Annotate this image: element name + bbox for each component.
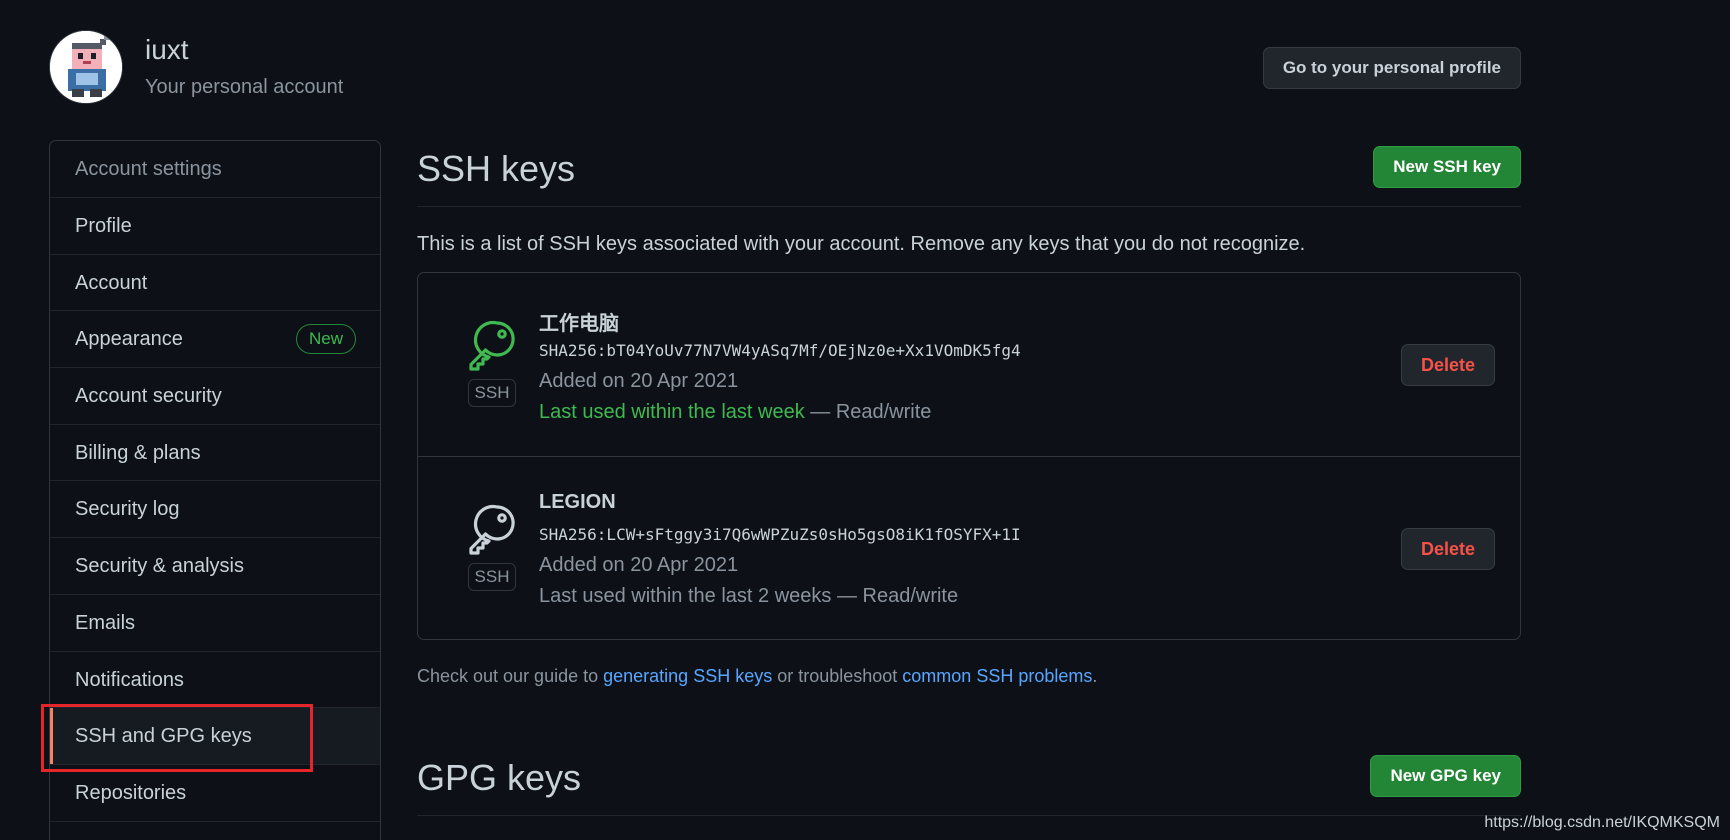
sidebar-item-repositories[interactable]: Repositories: [50, 765, 380, 822]
settings-sidebar: Account settings Profile Account Appeara…: [49, 140, 381, 840]
ssh-key-last-used: Last used within the last week — Read/wr…: [539, 401, 931, 424]
ssh-keys-title: SSH keys: [417, 148, 576, 189]
sidebar-item-security-log[interactable]: Security log: [50, 481, 380, 539]
ssh-key-title: LEGION: [539, 491, 616, 513]
access-text: — Read/write: [804, 401, 932, 423]
sidebar-item-notifications[interactable]: Notifications: [50, 652, 380, 709]
delete-key-button[interactable]: Delete: [1400, 344, 1495, 386]
sidebar-item-label: Notifications: [75, 668, 184, 691]
account-header: iuxt Your personal account Go to your pe…: [49, 30, 1521, 106]
generating-ssh-keys-link[interactable]: generating SSH keys: [603, 666, 772, 686]
ssh-key-title: 工作电脑: [539, 313, 619, 335]
key-icon: [469, 504, 515, 555]
ssh-key-row: SSH 工作电脑 SHA256:bT04YoUv77N7VW4yASq7Mf/O…: [418, 273, 1520, 456]
new-badge: New: [295, 324, 356, 355]
ssh-keys-header: SSH keys New SSH key: [417, 140, 1521, 207]
gpg-keys-title: GPG keys: [417, 757, 582, 798]
sidebar-item-label: Appearance: [75, 328, 183, 351]
guide-middle: or troubleshoot: [772, 666, 903, 686]
sidebar-item-label: Security & analysis: [75, 555, 244, 578]
sidebar-item-label: Account security: [75, 385, 222, 408]
ssh-key-fingerprint: SHA256:bT04YoUv77N7VW4yASq7Mf/OEjNz0e+Xx…: [539, 341, 1021, 360]
last-used-text: Last used within the last week: [539, 401, 805, 423]
sidebar-item-billing[interactable]: Billing & plans: [50, 425, 380, 482]
delete-key-button[interactable]: Delete: [1400, 528, 1495, 570]
last-used-text: Last used within the last 2 weeks: [539, 585, 832, 607]
sidebar-item-account-security[interactable]: Account security: [50, 368, 380, 425]
new-gpg-key-button[interactable]: New GPG key: [1370, 755, 1521, 797]
sidebar-item-ssh-gpg-keys[interactable]: SSH and GPG keys: [50, 708, 380, 765]
go-to-profile-button[interactable]: Go to your personal profile: [1262, 47, 1521, 89]
sidebar-item-security-analysis[interactable]: Security & analysis: [50, 538, 380, 595]
common-ssh-problems-link[interactable]: common SSH problems: [902, 666, 1092, 686]
ssh-key-last-used: Last used within the last 2 weeks — Read…: [539, 585, 958, 608]
ssh-guide-text: Check out our guide to generating SSH ke…: [417, 666, 1521, 687]
sidebar-item-profile[interactable]: Profile: [50, 198, 380, 255]
guide-prefix: Check out our guide to: [417, 666, 604, 686]
guide-suffix: .: [1092, 666, 1098, 686]
ssh-key-row: SSH LEGION SHA256:LCW+sFtggy3i7Q6wWPZuZs…: [418, 456, 1520, 639]
sidebar-item-emails[interactable]: Emails: [50, 595, 380, 652]
sidebar-item-label: Security log: [75, 498, 180, 521]
ssh-keys-description: This is a list of SSH keys associated wi…: [417, 233, 1306, 255]
ssh-key-added-date: Added on 20 Apr 2021: [539, 370, 739, 392]
ssh-type-label: SSH: [468, 563, 516, 591]
sidebar-item-label: Emails: [75, 611, 136, 634]
sidebar-heading: Account settings: [50, 141, 380, 198]
sidebar-item-label: Profile: [75, 215, 132, 237]
ssh-key-list: SSH 工作电脑 SHA256:bT04YoUv77N7VW4yASq7Mf/O…: [417, 272, 1521, 640]
key-icon: [469, 320, 515, 371]
username: iuxt: [145, 34, 189, 65]
gpg-keys-header: GPG keys New GPG key: [417, 749, 1521, 816]
sidebar-item-label: SSH and GPG keys: [75, 725, 252, 748]
sidebar-item-label: Repositories: [75, 781, 187, 804]
ssh-type-label: SSH: [468, 379, 516, 407]
main-content: SSH keys New SSH key This is a list of S…: [417, 140, 1521, 816]
ssh-key-added-date: Added on 20 Apr 2021: [539, 554, 739, 576]
watermark: https://blog.csdn.net/IKQMKSQM: [1484, 814, 1720, 831]
sidebar-item-account[interactable]: Account: [50, 255, 380, 312]
ssh-key-fingerprint: SHA256:LCW+sFtggy3i7Q6wWPZuZs0sHo5gsO8iK…: [539, 525, 1021, 544]
settings-page: iuxt Your personal account Go to your pe…: [0, 0, 1730, 840]
access-text: — Read/write: [831, 585, 959, 607]
account-subtitle: Your personal account: [145, 76, 344, 98]
avatar-image-icon: [50, 31, 122, 103]
avatar[interactable]: [49, 30, 123, 104]
sidebar-item-label: Account: [75, 271, 148, 294]
new-ssh-key-button[interactable]: New SSH key: [1373, 146, 1521, 188]
sidebar-item-appearance[interactable]: Appearance New: [50, 311, 380, 369]
sidebar-item-label: Billing & plans: [75, 441, 201, 464]
